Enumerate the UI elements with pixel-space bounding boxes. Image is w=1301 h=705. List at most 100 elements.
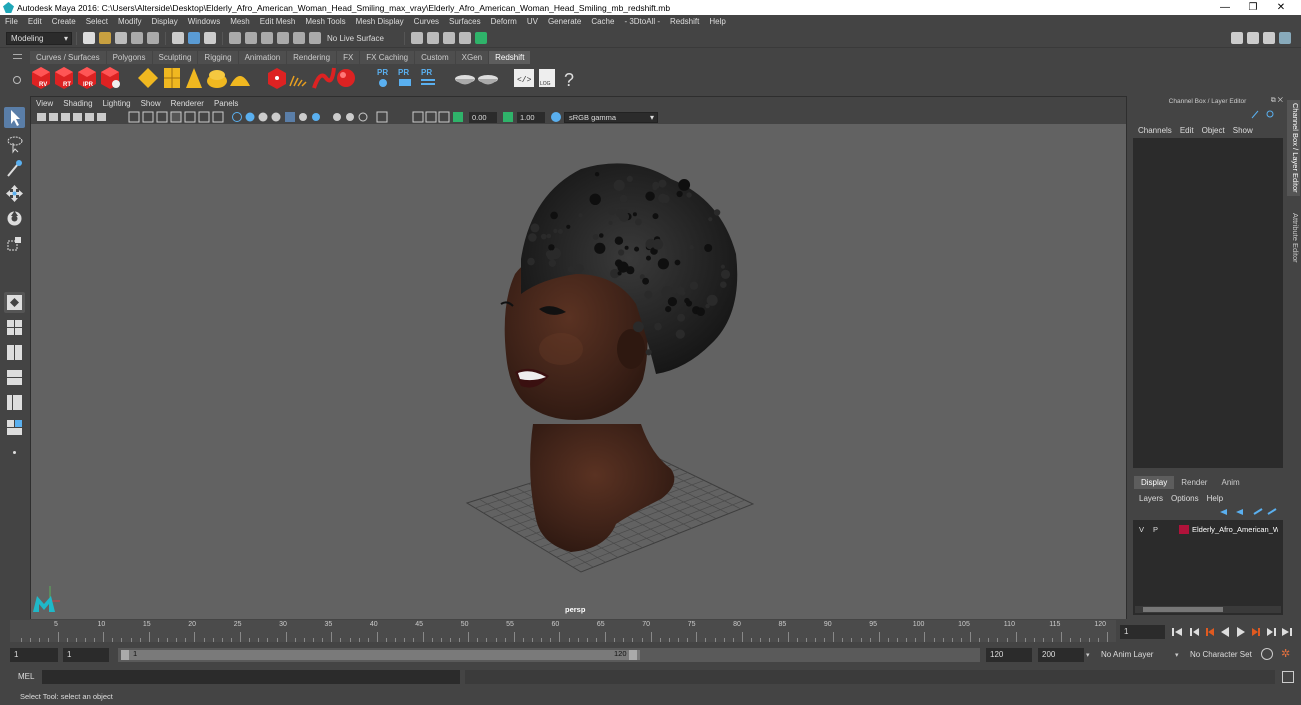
paint-select-tool-icon[interactable] — [4, 158, 25, 179]
exposure-field[interactable]: 0.00 — [469, 111, 497, 123]
gamma-toggle-icon[interactable] — [503, 112, 513, 122]
resolution-gate-icon[interactable] — [156, 111, 168, 123]
menu-edit[interactable]: Edit — [23, 15, 47, 29]
restore-button[interactable]: ❐ — [1239, 0, 1267, 15]
layer-horizontal-scrollbar[interactable] — [1135, 606, 1281, 613]
channel-list[interactable] — [1133, 138, 1283, 468]
render-view-icon[interactable] — [474, 32, 487, 44]
shelf-tab-rendering[interactable]: Rendering — [287, 50, 337, 64]
smooth-shade-icon[interactable] — [245, 112, 255, 122]
save-scene-icon[interactable] — [115, 32, 127, 44]
shelf-tab-animation[interactable]: Animation — [238, 50, 287, 64]
grease-pencil-icon[interactable] — [97, 113, 106, 121]
current-frame-field[interactable]: 1 — [1120, 625, 1165, 639]
menu-cache[interactable]: Cache — [586, 15, 619, 29]
play-forwards-icon[interactable] — [1237, 627, 1245, 637]
menu-curves[interactable]: Curves — [409, 15, 444, 29]
animation-preferences-icon[interactable]: ✲ — [1281, 647, 1295, 661]
help-icon[interactable]: ? — [564, 70, 574, 90]
menu-generate[interactable]: Generate — [543, 15, 586, 29]
new-empty-layer-icon[interactable] — [1253, 508, 1263, 515]
redshift-light-2-icon[interactable] — [164, 68, 180, 88]
magnet-icon[interactable] — [309, 32, 321, 44]
redshift-volume-icon[interactable] — [289, 75, 307, 87]
redshift-curve-icon[interactable] — [312, 67, 336, 89]
menu-create[interactable]: Create — [47, 15, 81, 29]
menu-file[interactable]: File — [0, 15, 23, 29]
shelf-tab-redshift[interactable]: Redshift — [489, 50, 531, 64]
screen-space-ao-icon[interactable] — [312, 113, 320, 121]
outliner-layout-icon[interactable] — [4, 417, 25, 438]
grid-toggle-icon[interactable] — [128, 111, 140, 123]
render-current-frame-icon[interactable] — [410, 32, 423, 44]
perspective-viewport[interactable]: persp — [31, 124, 1126, 619]
workspace-icon[interactable] — [1231, 32, 1243, 44]
layer-tab-render[interactable]: Render — [1174, 476, 1214, 489]
cb-menu-show[interactable]: Show — [1229, 126, 1257, 135]
redshift-light-3-icon[interactable] — [186, 68, 202, 88]
lasso-tool-icon[interactable] — [4, 133, 25, 154]
panel-float-close-icon[interactable]: ⧉ ✕ — [1271, 97, 1283, 105]
select-by-component-icon[interactable] — [204, 32, 216, 44]
play-backwards-icon[interactable] — [1221, 627, 1229, 637]
step-back-key-icon[interactable] — [1190, 628, 1199, 636]
wireframe-on-shaded-icon[interactable] — [258, 112, 268, 122]
scene-start-field[interactable]: 1 — [10, 648, 58, 662]
persp-outliner-layout-icon[interactable] — [4, 392, 25, 413]
redshift-code-icon[interactable]: </> — [514, 69, 534, 87]
redo-icon[interactable] — [147, 32, 159, 44]
menu-surfaces[interactable]: Surfaces — [444, 15, 486, 29]
rotate-tool-icon[interactable] — [4, 208, 25, 229]
key-selected-icon[interactable] — [1251, 110, 1259, 119]
redshift-log-icon[interactable]: LOG — [539, 69, 555, 87]
menu-uv[interactable]: UV — [522, 15, 543, 29]
more-layouts-icon[interactable] — [4, 442, 25, 463]
anim-layer-dropdown[interactable]: No Anim Layer — [1097, 648, 1183, 662]
head-model[interactable] — [500, 163, 738, 552]
side-tab-channel-box[interactable]: Channel Box / Layer Editor — [1287, 100, 1300, 196]
layer-row[interactable]: V P Elderly_Afro_American_W — [1133, 523, 1283, 535]
select-tool-icon[interactable] — [4, 107, 25, 128]
layer-tab-display[interactable]: Display — [1134, 476, 1175, 489]
backface-culling-icon[interactable] — [438, 111, 450, 123]
range-slider[interactable]: 1 120 — [118, 648, 980, 662]
redshift-settings-icon[interactable] — [101, 67, 120, 89]
safe-action-icon[interactable] — [198, 111, 210, 123]
multisample-aa-icon[interactable] — [346, 113, 354, 121]
script-editor-icon[interactable] — [1282, 671, 1294, 683]
menu-mesh-display[interactable]: Mesh Display — [351, 15, 409, 29]
manipulator-icon[interactable] — [1266, 110, 1274, 118]
layer-name[interactable]: Elderly_Afro_American_W — [1192, 525, 1278, 534]
exposure-toggle-icon[interactable] — [453, 112, 463, 122]
redshift-pr-1-icon[interactable]: PR — [377, 68, 388, 87]
xray-icon[interactable] — [412, 111, 424, 123]
view-transform-dropdown[interactable]: sRGB gamma — [564, 111, 658, 123]
close-button[interactable]: ✕ — [1267, 0, 1295, 15]
render-settings-icon[interactable] — [442, 32, 455, 44]
layer-visibility-toggle[interactable]: V — [1139, 525, 1153, 534]
playback-start-field[interactable]: 1 — [63, 648, 109, 662]
redshift-dome-icon[interactable] — [230, 76, 250, 86]
bookmarks-icon[interactable] — [61, 113, 70, 121]
redshift-cube-icon[interactable] — [268, 68, 286, 89]
image-plane-icon[interactable] — [73, 113, 82, 121]
menu-select[interactable]: Select — [81, 15, 113, 29]
shelf-tab-curves-surfaces[interactable]: Curves / Surfaces — [30, 50, 106, 64]
shelf-tab-fx-caching[interactable]: FX Caching — [360, 50, 415, 64]
layer-menu-help[interactable]: Help — [1203, 494, 1227, 503]
menu-deform[interactable]: Deform — [486, 15, 522, 29]
live-surface-label[interactable]: No Live Surface — [327, 34, 384, 43]
snap-curve-icon[interactable] — [245, 32, 257, 44]
go-to-end-icon[interactable] — [1282, 628, 1292, 636]
redshift-light-1-icon[interactable] — [138, 68, 158, 88]
cb-menu-edit[interactable]: Edit — [1176, 126, 1198, 135]
menu-set-dropdown[interactable]: Modeling — [6, 31, 72, 45]
toggle-sidebar-icon[interactable] — [1247, 32, 1259, 44]
camera-attributes-icon[interactable] — [49, 113, 58, 121]
redshift-pr-3-icon[interactable]: PR — [421, 68, 435, 85]
snap-grid-icon[interactable] — [229, 32, 241, 44]
shelf-menu-icon[interactable] — [13, 54, 22, 59]
cb-menu-object[interactable]: Object — [1198, 126, 1229, 135]
shadows-icon[interactable] — [299, 113, 307, 121]
persp-graph-layout-icon[interactable] — [4, 367, 25, 388]
